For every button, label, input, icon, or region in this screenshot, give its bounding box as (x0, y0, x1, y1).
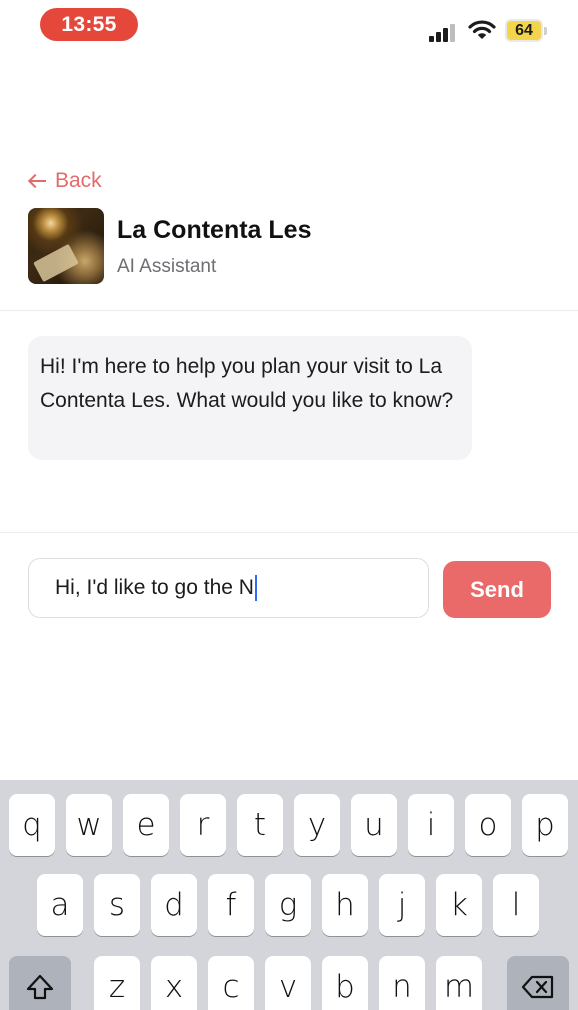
assistant-message-bubble: Hi! I'm here to help you plan your visit… (28, 336, 472, 460)
key-v[interactable]: v (265, 956, 311, 1010)
back-arrow-icon (28, 173, 48, 189)
send-button[interactable]: Send (443, 561, 551, 618)
key-g[interactable]: g (265, 874, 311, 936)
back-label: Back (55, 169, 102, 192)
wifi-icon (468, 20, 496, 39)
status-bar: 13:55 64 (0, 0, 578, 60)
key-p[interactable]: p (522, 794, 568, 856)
place-avatar (28, 208, 104, 284)
key-h[interactable]: h (322, 874, 368, 936)
message-input-value: Hi, I'd like to go the N (55, 576, 254, 599)
key-l[interactable]: l (493, 874, 539, 936)
key-j[interactable]: j (379, 874, 425, 936)
keyboard: q w e r t y u i o p a s d f g h j k l z … (0, 780, 578, 1010)
key-u[interactable]: u (351, 794, 397, 856)
key-m[interactable]: m (436, 956, 482, 1010)
key-k[interactable]: k (436, 874, 482, 936)
key-c[interactable]: c (208, 956, 254, 1010)
key-o[interactable]: o (465, 794, 511, 856)
key-q[interactable]: q (9, 794, 55, 856)
key-b[interactable]: b (322, 956, 368, 1010)
status-time: 13:55 (40, 8, 138, 41)
key-w[interactable]: w (66, 794, 112, 856)
key-y[interactable]: y (294, 794, 340, 856)
delete-icon (521, 975, 554, 999)
key-x[interactable]: x (151, 956, 197, 1010)
key-n[interactable]: n (379, 956, 425, 1010)
text-caret (254, 575, 257, 601)
place-subtitle: AI Assistant (117, 256, 217, 277)
key-f[interactable]: f (208, 874, 254, 936)
key-s[interactable]: s (94, 874, 140, 936)
key-i[interactable]: i (408, 794, 454, 856)
key-z[interactable]: z (94, 956, 140, 1010)
battery-tip (544, 27, 547, 35)
key-e[interactable]: e (123, 794, 169, 856)
header-divider (0, 310, 578, 311)
back-button[interactable]: Back (28, 168, 102, 194)
place-name: La Contenta Les (117, 216, 312, 244)
key-t[interactable]: t (237, 794, 283, 856)
key-d[interactable]: d (151, 874, 197, 936)
message-input[interactable]: Hi, I'd like to go the N (28, 558, 429, 618)
signal-icon (429, 22, 459, 42)
composer-divider (0, 532, 578, 533)
battery-icon: 64 (505, 19, 543, 42)
key-a[interactable]: a (37, 874, 83, 936)
shift-icon (26, 974, 54, 1000)
chat-area: Hi! I'm here to help you plan your visit… (0, 312, 578, 532)
shift-key[interactable] (9, 956, 71, 1010)
delete-key[interactable] (507, 956, 569, 1010)
key-r[interactable]: r (180, 794, 226, 856)
